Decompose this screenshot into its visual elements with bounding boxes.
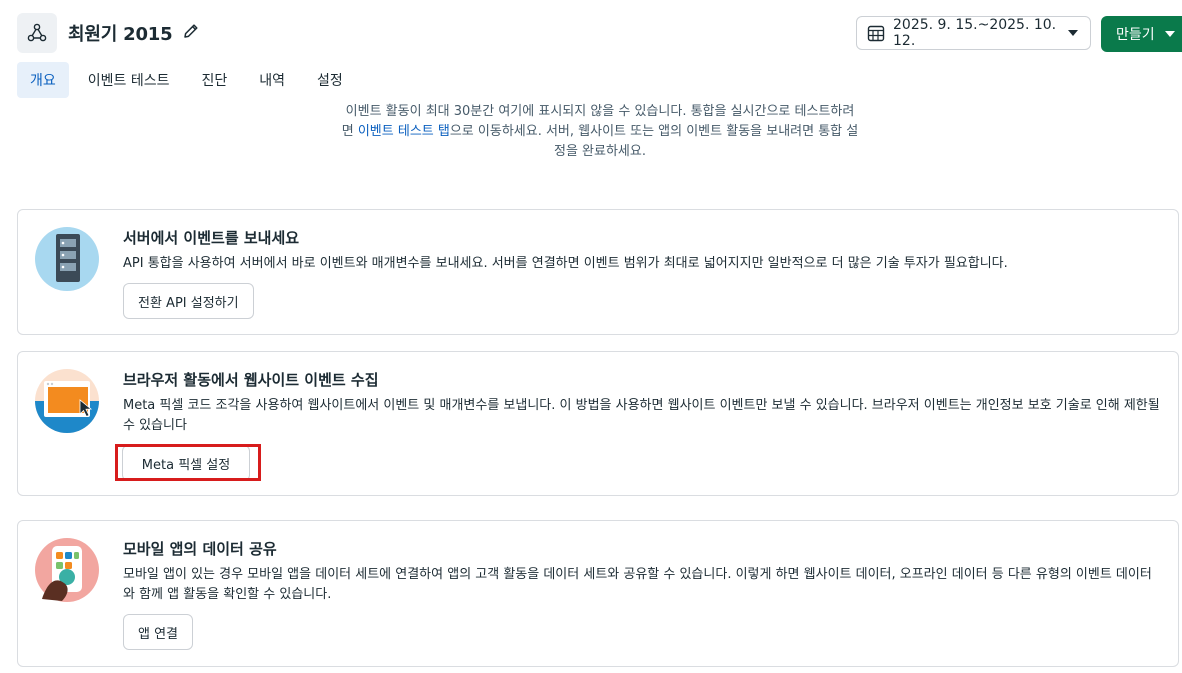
card-description: Meta 픽셀 코드 조각을 사용하여 웹사이트에서 이벤트 및 매개변수를 보…: [123, 398, 1160, 433]
chevron-down-icon: [1068, 30, 1078, 36]
page-title: 최원기 2015: [68, 24, 173, 45]
mobile-app-illustration-icon: [34, 537, 100, 603]
mobile-app-card: 모바일 앱의 데이터 공유 모바일 앱이 있는 경우 모바일 앱을 데이터 세트…: [17, 520, 1179, 667]
tab-overview[interactable]: 개요: [17, 62, 69, 98]
calendar-icon: [867, 25, 885, 42]
tab-test-events[interactable]: 이벤트 테스트: [75, 62, 183, 98]
tab-bar: 개요 이벤트 테스트 진단 내역 설정: [17, 62, 362, 98]
notice-line: 면 이벤트 테스트 탭으로 이동하세요. 서버, 웹사이트 또는 앱의 이벤트 …: [300, 122, 900, 142]
event-delay-notice: 이벤트 활동이 최대 30분간 여기에 표시되지 않을 수 있습니다. 통합을 …: [300, 104, 900, 162]
create-button[interactable]: 만들기: [1101, 16, 1182, 52]
create-button-label: 만들기: [1116, 27, 1155, 43]
notice-line: 이벤트 활동이 최대 30분간 여기에 표시되지 않을 수 있습니다. 통합을 …: [345, 104, 855, 119]
chevron-down-icon: [1164, 31, 1175, 37]
browser-illustration-icon: [34, 368, 100, 434]
notice-text: 으로 이동하세요. 서버, 웹사이트 또는 앱의 이벤트 활동을 보내려면 통합…: [449, 124, 859, 139]
connect-app-button[interactable]: 앱 연결: [123, 614, 194, 650]
notice-line: 정을 완료하세요.: [554, 144, 646, 159]
test-events-tab-link[interactable]: 이벤트 테스트 탭: [358, 124, 450, 139]
card-description: 모바일 앱이 있는 경우 모바일 앱을 데이터 세트에 연결하여 앱의 고객 활…: [123, 567, 1152, 602]
date-range-label: 2025. 9. 15.~2025. 10. 12.: [893, 17, 1057, 49]
pencil-icon[interactable]: [182, 22, 200, 40]
date-range-picker[interactable]: 2025. 9. 15.~2025. 10. 12.: [856, 16, 1091, 50]
server-events-card: 서버에서 이벤트를 보내세요 API 통합을 사용하여 서버에서 바로 이벤트와…: [17, 209, 1179, 335]
setup-conversions-api-button[interactable]: 전환 API 설정하기: [123, 283, 254, 319]
card-title: 모바일 앱의 데이터 공유: [123, 540, 277, 558]
setup-meta-pixel-button[interactable]: Meta 픽셀 설정: [122, 445, 250, 481]
pixel-events-card: 브라우저 활동에서 웹사이트 이벤트 수집 Meta 픽셀 코드 조각을 사용하…: [17, 351, 1179, 496]
tab-settings[interactable]: 설정: [304, 62, 356, 98]
card-title: 브라우저 활동에서 웹사이트 이벤트 수집: [123, 371, 379, 389]
notice-text: 면: [341, 124, 358, 139]
tab-diagnostics[interactable]: 진단: [189, 62, 241, 98]
page-header: 최원기 2015 2025. 9. 15.~2025. 10. 12. 만들기 …: [0, 0, 1182, 100]
tab-history[interactable]: 내역: [246, 62, 298, 98]
card-title: 서버에서 이벤트를 보내세요: [123, 229, 300, 247]
dataset-icon: [17, 13, 57, 53]
server-illustration-icon: [34, 226, 100, 292]
card-description: API 통합을 사용하여 서버에서 바로 이벤트와 매개변수를 보내세요. 서버…: [123, 256, 1008, 271]
